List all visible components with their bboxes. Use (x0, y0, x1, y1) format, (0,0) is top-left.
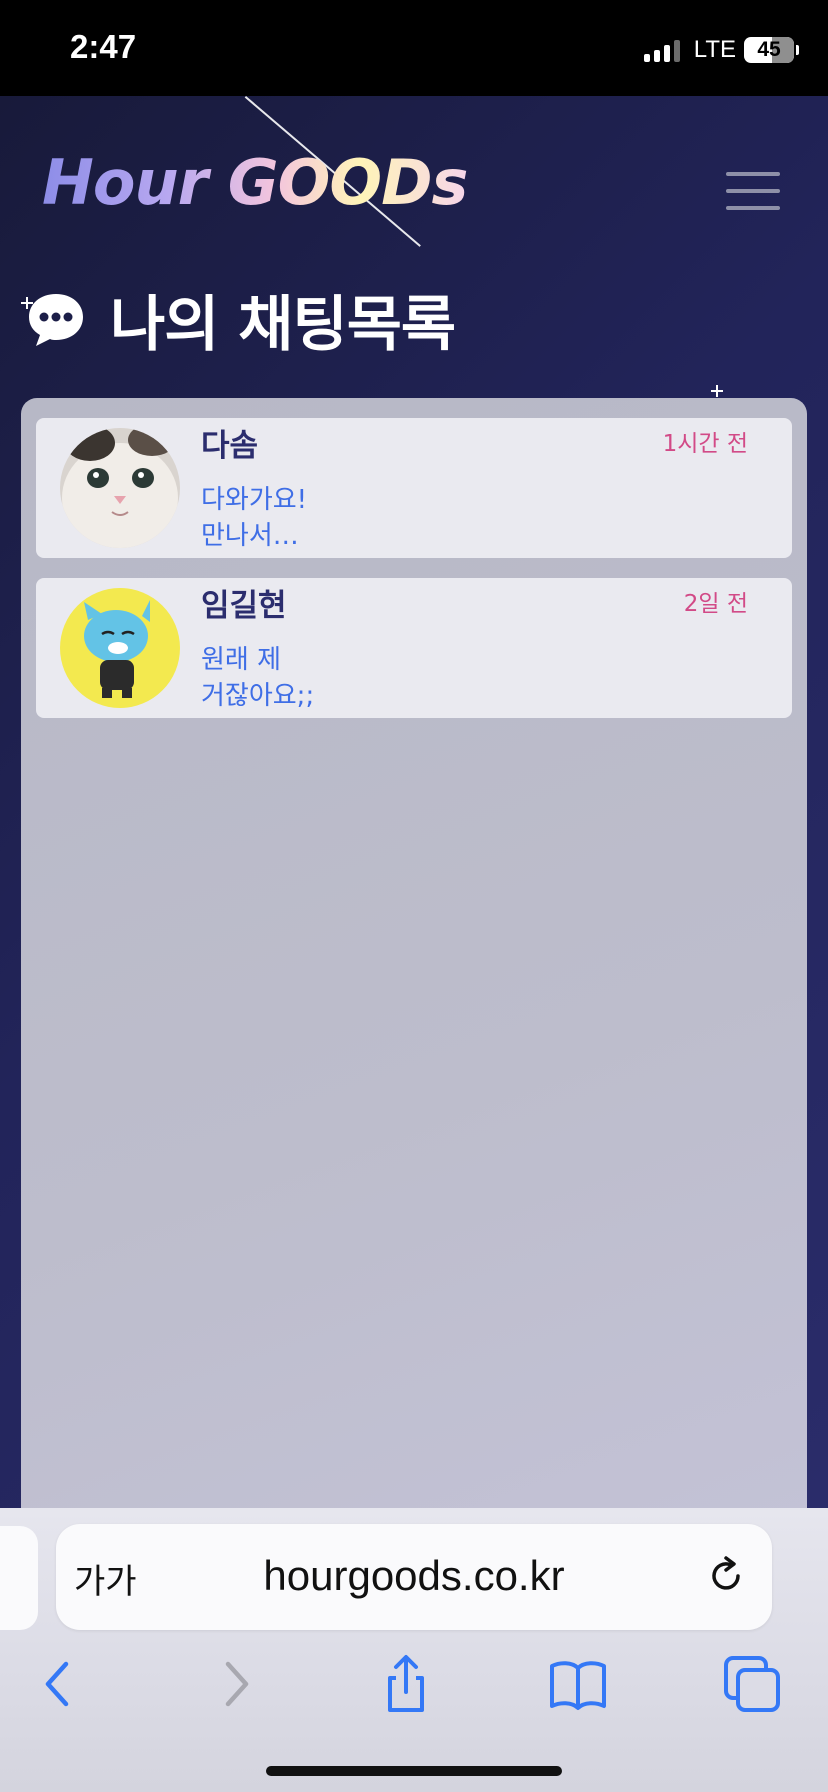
page-body: Hour GOODs 나의 채팅목록 다솜 1시간 전 다와가요! 만나서… 임… (0, 96, 828, 1508)
status-bar: 2:47 LTE 45 (0, 0, 828, 96)
avatar (60, 588, 180, 708)
page-header: 나의 채팅목록 (26, 276, 456, 363)
status-indicators: LTE 45 (643, 36, 799, 64)
browser-toolbar (0, 1638, 828, 1728)
home-indicator (266, 1766, 562, 1776)
chat-preview-line: 만나서… (201, 521, 299, 551)
reload-icon[interactable] (704, 1554, 748, 1598)
forward-arrow-icon[interactable] (206, 1654, 266, 1714)
hamburger-menu-icon[interactable] (726, 172, 780, 212)
url-text[interactable]: hourgoods.co.kr (56, 1552, 772, 1600)
chat-list-item[interactable]: 다솜 1시간 전 다와가요! 만나서… (36, 418, 792, 558)
chat-preview-line: 다와가요! (201, 485, 308, 515)
signal-icon (643, 38, 680, 62)
avatar (60, 428, 180, 548)
share-icon[interactable] (376, 1654, 436, 1714)
sparkle-icon (712, 386, 722, 396)
chat-preview-line: 원래 제 (201, 645, 282, 675)
battery-level: 45 (757, 38, 781, 61)
site-logo[interactable]: Hour GOODs (42, 146, 468, 219)
browser-chrome: 가가 hourgoods.co.kr (0, 1508, 828, 1792)
url-bar[interactable]: 가가 hourgoods.co.kr (56, 1524, 772, 1630)
page-title: 나의 채팅목록 (110, 290, 456, 360)
battery-icon: 45 (744, 37, 799, 63)
previous-tab-preview[interactable] (0, 1526, 38, 1630)
chat-list-item[interactable]: 임길현 2일 전 원래 제 거잖아요;; (36, 578, 792, 718)
chat-name: 다솜 (201, 428, 259, 464)
network-label: LTE (693, 36, 736, 63)
chat-time: 2일 전 (683, 591, 748, 617)
chat-preview: 원래 제 거잖아요;; (201, 642, 314, 714)
chat-name: 임길현 (201, 588, 287, 624)
chat-preview: 다와가요! 만나서… (201, 482, 307, 554)
chat-bubble-icon (26, 290, 86, 350)
status-time: 2:47 (70, 28, 137, 65)
chat-preview-line: 거잖아요;; (201, 681, 315, 711)
tabs-icon[interactable] (722, 1654, 782, 1714)
chat-time: 1시간 전 (662, 431, 748, 457)
chat-list-panel: 다솜 1시간 전 다와가요! 만나서… 임길현 2일 전 원래 제 거잖아요;; (21, 398, 807, 1508)
back-arrow-icon[interactable] (28, 1654, 88, 1714)
bookmarks-icon[interactable] (548, 1654, 608, 1714)
